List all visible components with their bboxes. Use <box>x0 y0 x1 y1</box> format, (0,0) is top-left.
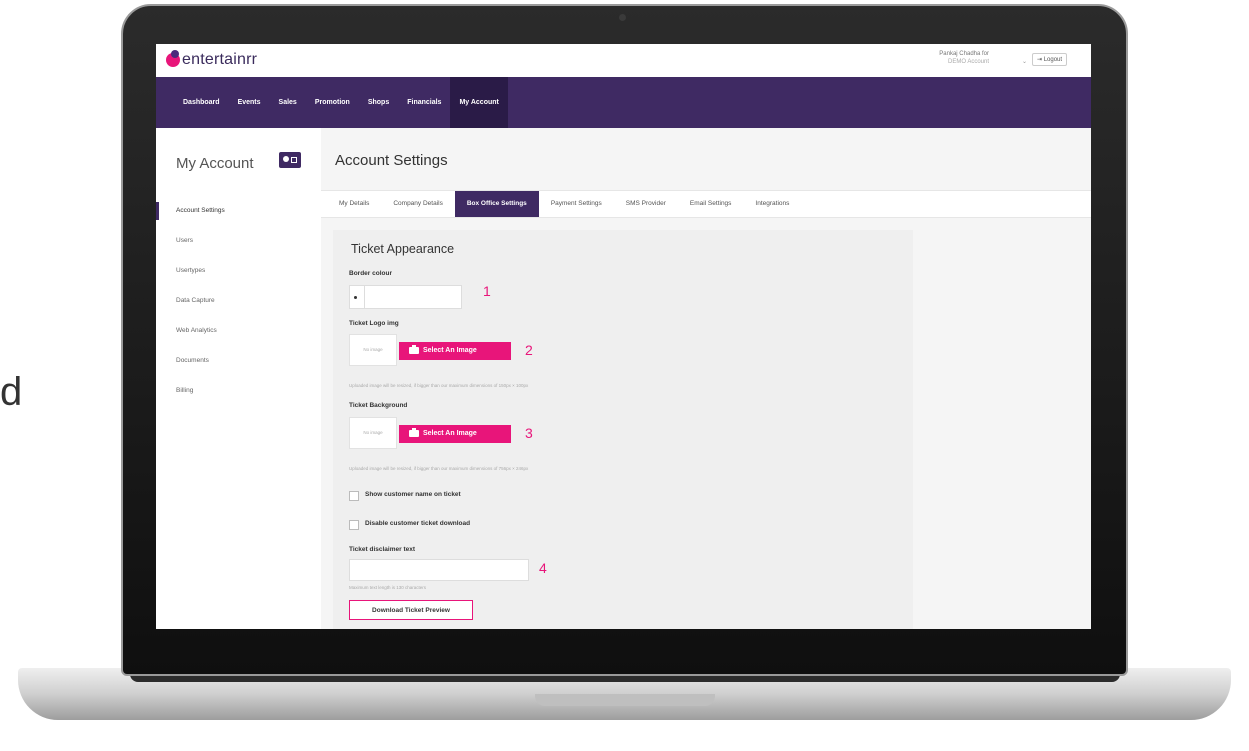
colour-dot-icon <box>354 296 357 299</box>
laptop-notch <box>535 694 715 706</box>
user-info[interactable]: Pankaj Chadha for DEMO Account <box>923 50 989 66</box>
nav-item-events[interactable]: Events <box>229 77 270 128</box>
tab-email-settings[interactable]: Email Settings <box>678 191 744 217</box>
nav-item-sales[interactable]: Sales <box>270 77 306 128</box>
ticket-background-label: Ticket Background <box>349 402 408 409</box>
app-logo[interactable]: entertainrr <box>166 50 258 69</box>
tab-box-office-settings[interactable]: Box Office Settings <box>454 191 539 217</box>
background-hint: Uploaded image will be resized, if bigge… <box>349 466 529 471</box>
sidebar-item-users[interactable]: Users <box>156 226 321 256</box>
main-nav: Dashboard Events Sales Promotion Shops F… <box>156 77 1091 128</box>
top-bar: entertainrr Pankaj Chadha for DEMO Accou… <box>156 44 1091 78</box>
marker-3: 3 <box>525 425 533 441</box>
laptop-frame: entertainrr Pankaj Chadha for DEMO Accou… <box>0 0 1249 751</box>
select-image-label: Select An Image <box>423 430 477 437</box>
camera-icon <box>409 345 419 354</box>
disable-download-label: Disable customer ticket download <box>365 520 471 527</box>
chevron-down-icon[interactable]: ⌄ <box>1022 58 1027 65</box>
nav-item-my-account[interactable]: My Account <box>450 77 508 128</box>
ticket-logo-label: Ticket Logo img <box>349 320 399 327</box>
nav-item-financials[interactable]: Financials <box>398 77 450 128</box>
logo-hint: Uploaded image will be resized, if bigge… <box>349 383 529 388</box>
marker-4: 4 <box>539 560 547 576</box>
app-screen: entertainrr Pankaj Chadha for DEMO Accou… <box>156 44 1091 629</box>
tab-integrations[interactable]: Integrations <box>743 191 801 217</box>
select-image-label: Select An Image <box>423 347 477 354</box>
camera-icon <box>619 14 626 21</box>
logo-image-thumb: No image <box>349 334 397 366</box>
disclaimer-hint: Maximum text length is 130 characters <box>349 585 427 590</box>
select-background-image-button[interactable]: Select An Image <box>399 425 511 443</box>
border-colour-input[interactable] <box>364 285 462 309</box>
sidebar-item-account-settings[interactable]: Account Settings <box>156 196 321 226</box>
sidebar-item-web-analytics[interactable]: Web Analytics <box>156 316 321 346</box>
tab-my-details[interactable]: My Details <box>327 191 381 217</box>
sidebar: My Account Account Settings Users Userty… <box>156 128 322 629</box>
main-content: Account Settings My Details Company Deta… <box>321 128 1091 629</box>
logout-button[interactable]: ⇥ Logout <box>1032 53 1068 66</box>
nav-item-shops[interactable]: Shops <box>359 77 398 128</box>
marker-1: 1 <box>483 283 491 299</box>
logo-text: entertainrr <box>182 51 258 68</box>
disclaimer-input[interactable] <box>349 559 529 581</box>
sidebar-item-data-capture[interactable]: Data Capture <box>156 286 321 316</box>
user-account: DEMO Account <box>947 59 989 65</box>
camera-icon <box>409 428 419 437</box>
page-title: Account Settings <box>335 152 448 169</box>
sidebar-item-billing[interactable]: Billing <box>156 376 321 406</box>
show-name-checkbox[interactable] <box>349 491 359 501</box>
marker-2: 2 <box>525 342 533 358</box>
sidebar-item-usertypes[interactable]: Usertypes <box>156 256 321 286</box>
nav-item-promotion[interactable]: Promotion <box>306 77 359 128</box>
disclaimer-label: Ticket disclaimer text <box>349 546 415 553</box>
account-card-icon <box>279 152 301 168</box>
logout-label: Logout <box>1043 57 1063 63</box>
colour-swatch[interactable] <box>349 285 365 309</box>
show-name-label: Show customer name on ticket <box>365 491 461 498</box>
user-name: Pankaj Chadha for <box>939 51 989 57</box>
sidebar-title: My Account <box>176 155 254 172</box>
ticket-appearance-panel: Ticket Appearance Border colour 1 Ticket… <box>333 230 913 629</box>
logo-mark-icon <box>166 50 180 67</box>
border-colour-label: Border colour <box>349 270 392 277</box>
nav-item-dashboard[interactable]: Dashboard <box>174 77 229 128</box>
download-ticket-preview-button[interactable]: Download Ticket Preview <box>349 600 473 620</box>
select-logo-image-button[interactable]: Select An Image <box>399 342 511 360</box>
section-title: Ticket Appearance <box>351 242 455 256</box>
settings-tabs: My Details Company Details Box Office Se… <box>321 190 1091 218</box>
tab-company-details[interactable]: Company Details <box>381 191 455 217</box>
disable-download-checkbox[interactable] <box>349 520 359 530</box>
tab-payment-settings[interactable]: Payment Settings <box>539 191 614 217</box>
background-image-thumb: No image <box>349 417 397 449</box>
tab-sms-provider[interactable]: SMS Provider <box>614 191 678 217</box>
sidebar-item-documents[interactable]: Documents <box>156 346 321 376</box>
